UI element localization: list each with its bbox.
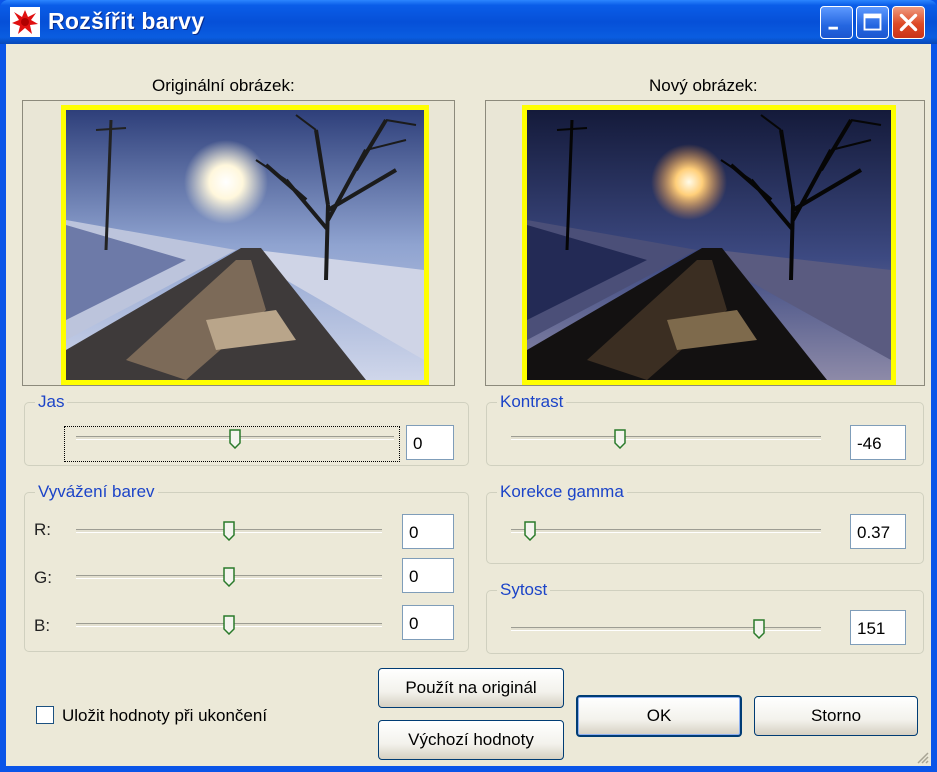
window-title: Rozšířit barvy: [48, 8, 205, 34]
gamma-slider-track[interactable]: [511, 529, 821, 533]
title-bar[interactable]: Rozšířit barvy: [0, 0, 937, 44]
gamma-group-title: Korekce gamma: [497, 482, 627, 502]
contrast-slider-track[interactable]: [511, 436, 821, 440]
close-icon: [899, 13, 918, 32]
dialog-window: Rozšířit barvy Originální obrázek: Nový …: [0, 0, 937, 772]
ok-button[interactable]: OK: [576, 695, 742, 737]
contrast-slider-thumb[interactable]: [613, 429, 626, 449]
original-photo: [66, 110, 424, 380]
brightness-value-field[interactable]: 0: [406, 425, 454, 460]
saturation-slider-track[interactable]: [511, 627, 821, 631]
red-channel-label: R:: [34, 520, 51, 539]
gamma-slider-thumb[interactable]: [523, 521, 536, 541]
saturation-group-title: Sytost: [497, 580, 551, 600]
green-value-field[interactable]: 0: [402, 558, 454, 593]
maximize-button[interactable]: [856, 6, 889, 39]
new-photo: [527, 110, 891, 380]
new-image: [522, 105, 896, 385]
original-image-caption: Originální obrázek:: [152, 76, 295, 95]
saturation-slider-thumb[interactable]: [753, 619, 765, 639]
new-image-caption: Nový obrázek:: [649, 76, 758, 95]
green-channel-label: G:: [34, 568, 52, 587]
gamma-value-field[interactable]: 0.37: [850, 514, 906, 549]
brightness-group-title: Jas: [35, 392, 68, 412]
paint-splash-icon: [10, 7, 40, 37]
color-balance-group-title: Vyvážení barev: [35, 482, 158, 502]
apply-to-original-button[interactable]: Použít na originál: [378, 668, 564, 708]
blue-value-field[interactable]: 0: [402, 605, 454, 640]
original-image-panel: [22, 100, 455, 386]
dialog-client-area: Originální obrázek: Nový obrázek: Jas 0 …: [6, 44, 931, 766]
contrast-group-title: Kontrast: [497, 392, 567, 412]
resize-grip-icon[interactable]: [915, 750, 929, 764]
contrast-value-field[interactable]: -46: [850, 425, 906, 460]
brightness-slider-thumb[interactable]: [229, 429, 241, 449]
default-values-button[interactable]: Výchozí hodnoty: [378, 720, 564, 760]
save-on-exit-label: Uložit hodnoty při ukončení: [62, 706, 268, 725]
saturation-value-field[interactable]: 151: [850, 610, 906, 645]
close-button[interactable]: [892, 6, 925, 39]
minimize-icon: [828, 26, 838, 30]
maximize-icon: [863, 13, 882, 31]
new-image-panel: [485, 100, 925, 386]
green-slider-thumb[interactable]: [223, 567, 235, 587]
red-slider-thumb[interactable]: [223, 521, 235, 541]
minimize-button[interactable]: [820, 6, 853, 39]
save-on-exit-checkbox[interactable]: [36, 706, 54, 724]
blue-slider-thumb[interactable]: [223, 615, 235, 635]
original-image: [61, 105, 429, 385]
blue-channel-label: B:: [34, 616, 51, 635]
cancel-button[interactable]: Storno: [754, 696, 918, 736]
red-value-field[interactable]: 0: [402, 514, 454, 549]
